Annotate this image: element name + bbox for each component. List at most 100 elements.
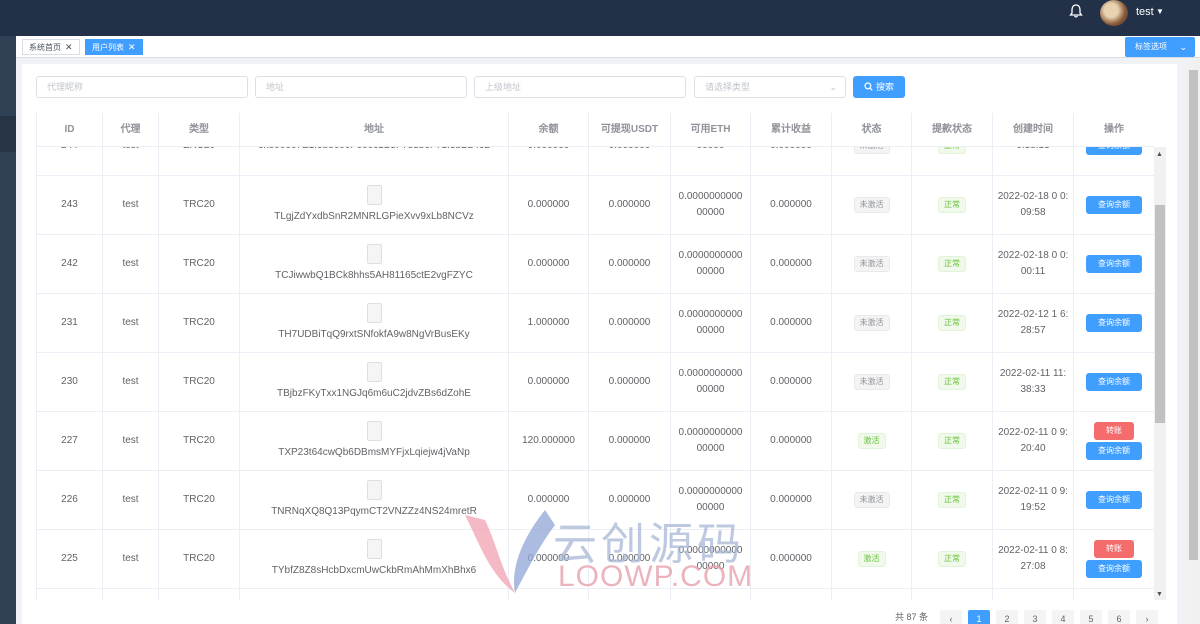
transfer-button[interactable]: 转账 bbox=[1094, 422, 1134, 440]
query-balance-button[interactable]: 查询余额 bbox=[1086, 314, 1142, 332]
pagination-page-1[interactable]: 1 bbox=[968, 610, 990, 624]
search-button[interactable]: 搜索 bbox=[853, 76, 905, 98]
pagination-page-2[interactable]: 2 bbox=[996, 610, 1018, 624]
scroll-up-icon[interactable]: ▲ bbox=[1156, 151, 1163, 158]
type-select[interactable]: 请选择类型 ⌄ bbox=[694, 76, 846, 98]
created-time-value: 2022-02-11 11: 38:33 bbox=[999, 368, 1067, 395]
query-balance-button[interactable]: 查询余额 bbox=[1086, 373, 1142, 391]
parent-address-input[interactable]: 上级地址 bbox=[474, 76, 686, 98]
empty-cell bbox=[832, 589, 912, 600]
income-value: 0.000000 bbox=[770, 376, 812, 387]
created-time-value: 2022-02-11 0 9:19:52 bbox=[998, 486, 1068, 513]
withdraw-cell: 正常 bbox=[912, 412, 993, 470]
id-cell: 242 bbox=[37, 235, 103, 293]
agent-value: test bbox=[122, 553, 139, 564]
id-value: 230 bbox=[61, 376, 78, 387]
table-scrollbar-thumb[interactable] bbox=[1155, 205, 1165, 423]
tag-options-button[interactable]: 标签选项 ⌄ bbox=[1125, 37, 1195, 57]
eth-value: 0.0000000000 00000 bbox=[678, 309, 743, 336]
type-select-placeholder: 请选择类型 bbox=[705, 82, 751, 92]
chevron-down-icon: ⌄ bbox=[1179, 42, 1187, 52]
agent-cell: test bbox=[103, 235, 159, 293]
scroll-down-icon[interactable]: ▼ bbox=[1156, 591, 1163, 598]
bell-icon[interactable] bbox=[1068, 3, 1084, 19]
address-cell: TYbfZ8Z8sHcbDxcmUwCkbRmAhMmXhBhx6 bbox=[240, 530, 509, 588]
query-balance-button[interactable]: 查询余额 bbox=[1086, 442, 1142, 460]
qr-image-placeholder[interactable] bbox=[366, 539, 382, 559]
address-placeholder: 地址 bbox=[266, 82, 285, 92]
balance-value: 120.000000 bbox=[522, 435, 575, 446]
withdraw-status-badge: 正常 bbox=[938, 374, 966, 390]
pagination-next-button[interactable]: › bbox=[1136, 610, 1158, 624]
status-badge: 未激活 bbox=[853, 256, 890, 272]
income-value: 0.000000 bbox=[770, 553, 812, 564]
usdt-value: 0.000000 bbox=[608, 199, 651, 210]
page-scrollbar[interactable] bbox=[1187, 58, 1200, 624]
created-time-value: 2022-02-18 0 0:09:58 bbox=[997, 191, 1069, 218]
status-cell: 未激活 bbox=[832, 294, 912, 352]
caret-down-icon[interactable]: ▼ bbox=[1156, 7, 1164, 16]
query-balance-button[interactable]: 查询余额 bbox=[1086, 196, 1142, 214]
income-value: 0.000000 bbox=[770, 199, 812, 210]
tag-user-list[interactable]: 用户列表 ✕ bbox=[85, 39, 143, 55]
id-cell: 230 bbox=[37, 353, 103, 411]
pagination-page-4[interactable]: 4 bbox=[1052, 610, 1074, 624]
transfer-button[interactable]: 转账 bbox=[1094, 540, 1134, 558]
empty-cell bbox=[159, 589, 240, 600]
address-cell: TCJiwwbQ1BCk8hhs5AH81165ctE2vgFZYC bbox=[240, 235, 509, 293]
usdt-cell: 0.000000 bbox=[589, 294, 671, 352]
col-usdt-header: 可提现USDT bbox=[589, 113, 671, 147]
sidebar-active-item[interactable] bbox=[0, 116, 16, 152]
pagination-page-5[interactable]: 5 bbox=[1080, 610, 1102, 624]
id-value: 227 bbox=[61, 435, 78, 446]
withdraw-status-badge: 正常 bbox=[938, 197, 966, 213]
col-withdraw-header: 提款状态 bbox=[912, 113, 993, 147]
pagination-page-6[interactable]: 6 bbox=[1108, 610, 1130, 624]
income-value: 0.000000 bbox=[770, 435, 812, 446]
query-balance-button[interactable]: 查询余额 bbox=[1086, 491, 1142, 509]
qr-image-placeholder[interactable] bbox=[366, 480, 382, 500]
username-label[interactable]: test bbox=[1136, 6, 1154, 18]
time-cell: 2022-02-11 0 9:20:40 bbox=[993, 412, 1074, 470]
close-icon[interactable]: ✕ bbox=[65, 42, 73, 52]
table-scrollbar[interactable]: ▲ ▼ bbox=[1154, 147, 1166, 600]
type-cell: TRC20 bbox=[159, 530, 240, 588]
search-icon bbox=[864, 82, 873, 91]
balance-value: 0.000000 bbox=[527, 258, 570, 269]
id-cell: 226 bbox=[37, 471, 103, 529]
type-cell: TRC20 bbox=[159, 471, 240, 529]
pagination-page-3[interactable]: 3 bbox=[1024, 610, 1046, 624]
actions-cell: 查询余额 bbox=[1074, 176, 1154, 234]
tag-home[interactable]: 系统首页 ✕ bbox=[22, 39, 80, 55]
agent-name-input[interactable]: 代理昵称 bbox=[36, 76, 248, 98]
agent-value: test bbox=[122, 494, 139, 505]
qr-image-placeholder[interactable] bbox=[366, 244, 382, 264]
type-value: TRC20 bbox=[183, 494, 215, 505]
qr-image-placeholder[interactable] bbox=[366, 185, 382, 205]
col-agent-header: 代理 bbox=[103, 113, 159, 147]
status-cell: 激活 bbox=[832, 412, 912, 470]
avatar[interactable] bbox=[1100, 0, 1128, 26]
qr-image-placeholder[interactable] bbox=[366, 362, 382, 382]
actions-cell: 转账 查询余额 bbox=[1074, 412, 1154, 470]
eth-value: 0.0000000000 00000 bbox=[678, 250, 743, 277]
withdraw-status-badge: 正常 bbox=[938, 433, 966, 449]
query-balance-button[interactable]: 查询余额 bbox=[1086, 255, 1142, 273]
address-input[interactable]: 地址 bbox=[255, 76, 467, 98]
table-row: 230 test TRC20 TBjbzFKyTxx1NGJq6m6uC2jdvZBs… bbox=[37, 353, 1154, 412]
pagination-prev-button[interactable]: ‹ bbox=[940, 610, 962, 624]
col-balance-header: 余额 bbox=[509, 113, 589, 147]
page-scrollbar-thumb[interactable] bbox=[1189, 70, 1198, 560]
address-value: TNRNqXQ8Q13PqymCT2VNZZz4NS24mretR bbox=[271, 506, 477, 517]
actions-cell: 转账 查询余额 bbox=[1074, 530, 1154, 588]
eth-cell: 0.0000000000 00000 bbox=[671, 235, 751, 293]
query-balance-button[interactable]: 查询余额 bbox=[1086, 560, 1142, 578]
qr-image-placeholder[interactable] bbox=[366, 303, 382, 323]
balance-value: 0.000000 bbox=[527, 494, 570, 505]
qr-image-placeholder[interactable] bbox=[366, 421, 382, 441]
empty-cell bbox=[240, 589, 509, 600]
created-time-value: 2022-02-12 1 6:28:57 bbox=[997, 309, 1069, 336]
status-cell: 激活 bbox=[832, 530, 912, 588]
close-icon[interactable]: ✕ bbox=[128, 42, 136, 52]
type-value: TRC20 bbox=[183, 258, 215, 269]
